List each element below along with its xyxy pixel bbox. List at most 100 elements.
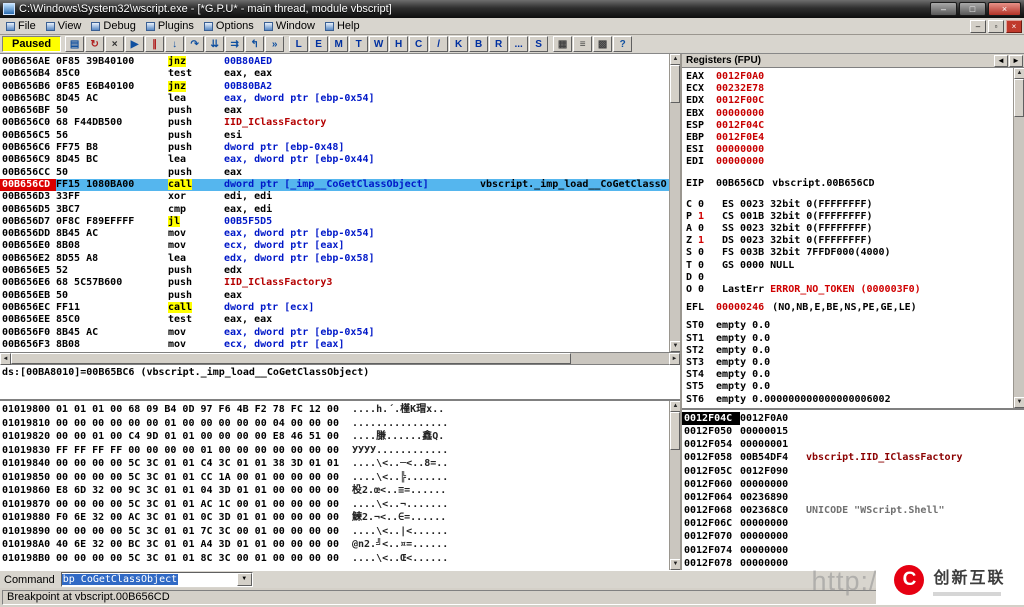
flag-row[interactable]: S0FS 003B 32bit 7FFDF000(4000): [686, 247, 1013, 259]
stack-row[interactable]: 0012F050 00000015: [682, 425, 1024, 438]
disasm-row[interactable]: 00B656B6 0F85 E6B40100 jnz00B80BA2: [0, 81, 669, 93]
menu-item-window[interactable]: Window: [260, 19, 321, 33]
child-minimize-button[interactable]: –: [970, 20, 986, 33]
dump-row[interactable]: 010198A0 40 6E 32 00 BC 3C 01 01 A4 3D 0…: [0, 538, 669, 552]
debug-options-icon[interactable]: ≡: [573, 36, 592, 52]
scrollbar-thumb[interactable]: [670, 65, 680, 103]
animate-over-icon[interactable]: ⇉: [225, 36, 244, 52]
disasm-row[interactable]: 00B656EC FF11 calldword ptr [ecx]: [0, 302, 669, 314]
window-letter-button[interactable]: ...: [509, 36, 528, 52]
register-row[interactable]: EBX00000000: [686, 108, 1013, 120]
disasm-row[interactable]: 00B656C6 FF75 B8 pushdword ptr [ebp-0x48…: [0, 142, 669, 154]
scrollbar-thumb[interactable]: [670, 412, 680, 450]
disasm-row[interactable]: 00B656F3 8B08 movecx, dword ptr [eax]: [0, 339, 669, 351]
disasm-horizontal-scrollbar[interactable]: ◄ ►: [0, 353, 680, 365]
child-close-button[interactable]: ×: [1006, 20, 1022, 33]
disasm-row[interactable]: 00B656BC 8D45 AC leaeax, dword ptr [ebp-…: [0, 93, 669, 105]
scrollbar-thumb[interactable]: [11, 353, 571, 364]
disasm-row[interactable]: 00B656F0 8B45 AC moveax, dword ptr [ebp-…: [0, 327, 669, 339]
help-button-icon[interactable]: ?: [613, 36, 632, 52]
disasm-row[interactable]: 00B656D5 3BC7 cmpeax, edi: [0, 204, 669, 216]
disasm-row[interactable]: 00B656CD FF15 1080BA00 calldword ptr [_i…: [0, 179, 669, 191]
disasm-row[interactable]: 00B656E0 8B08 movecx, dword ptr [eax]: [0, 240, 669, 252]
window-letter-button[interactable]: W: [369, 36, 388, 52]
window-letter-button[interactable]: T: [349, 36, 368, 52]
menu-item-file[interactable]: File: [2, 19, 42, 33]
dump-row[interactable]: 01019800 01 01 01 00 68 09 B4 0D 97 F6 4…: [0, 403, 669, 417]
flag-row[interactable]: C0ES 0023 32bit 0(FFFFFFFF): [686, 199, 1013, 211]
scroll-up-icon[interactable]: ▲: [1014, 68, 1024, 79]
scroll-down-icon[interactable]: ▼: [1014, 397, 1024, 408]
menu-item-view[interactable]: View: [42, 19, 88, 33]
child-restore-button[interactable]: ▫: [988, 20, 1004, 33]
fpu-row[interactable]: ST4empty 0.0: [686, 369, 1013, 381]
disasm-row[interactable]: 00B656BF 50 pusheax: [0, 105, 669, 117]
dump-row[interactable]: 01019820 00 00 01 00 C4 9D 01 01 00 00 0…: [0, 430, 669, 444]
animate-into-icon[interactable]: ⇊: [205, 36, 224, 52]
registers-title-bar[interactable]: Registers (FPU) ◄ ►: [682, 54, 1024, 68]
window-letter-button[interactable]: B: [469, 36, 488, 52]
dump-row[interactable]: 01019880 F0 6E 32 00 AC 3C 01 01 0C 3D 0…: [0, 511, 669, 525]
open-icon[interactable]: ▤: [65, 36, 84, 52]
register-row[interactable]: EBP0012F0E4: [686, 132, 1013, 144]
pause-icon[interactable]: ∥: [145, 36, 164, 52]
window-letter-button[interactable]: M: [329, 36, 348, 52]
restart-icon[interactable]: ↻: [85, 36, 104, 52]
disasm-row[interactable]: 00B656D3 33FF xoredi, edi: [0, 191, 669, 203]
disasm-row[interactable]: 00B656C5 56 pushesi: [0, 130, 669, 142]
register-row[interactable]: ECX00232E78: [686, 83, 1013, 95]
fpu-row[interactable]: ST5empty 0.0: [686, 381, 1013, 393]
stack-row[interactable]: 0012F054 00000001: [682, 438, 1024, 451]
register-row[interactable]: ESI00000000: [686, 144, 1013, 156]
disasm-row[interactable]: 00B656B4 85C0 testeax, eax: [0, 68, 669, 80]
window-letter-button[interactable]: S: [529, 36, 548, 52]
efl-row[interactable]: EFL00000246(NO,NB,E,BE,NS,PE,GE,LE): [686, 302, 1013, 314]
command-dropdown-icon[interactable]: ▼: [237, 573, 252, 586]
menu-item-plugins[interactable]: Plugins: [142, 19, 200, 33]
window-letter-button[interactable]: R: [489, 36, 508, 52]
disasm-row[interactable]: 00B656C9 8D45 BC leaeax, dword ptr [ebp-…: [0, 154, 669, 166]
maximize-button[interactable]: □: [959, 2, 986, 16]
scroll-left-icon[interactable]: ◄: [0, 353, 11, 365]
dump-row[interactable]: 01019810 00 00 00 00 00 00 01 00 00 00 0…: [0, 417, 669, 431]
disasm-vertical-scrollbar[interactable]: ▲ ▼: [669, 54, 680, 352]
register-row[interactable]: ESP0012F04C: [686, 120, 1013, 132]
step-into-icon[interactable]: ↓: [165, 36, 184, 52]
until-return-icon[interactable]: ↰: [245, 36, 264, 52]
eip-row[interactable]: EIP00B656CDvbscript.00B656CD: [686, 178, 1013, 190]
disasm-row[interactable]: 00B656E2 8D55 A8 leaedx, dword ptr [ebp-…: [0, 253, 669, 265]
dump-row[interactable]: 01019840 00 00 00 00 5C 3C 01 01 C4 3C 0…: [0, 457, 669, 471]
disasm-row[interactable]: 00B656AE 0F85 39B40100 jnz00B80AED: [0, 56, 669, 68]
dump-row[interactable]: 01019830 FF FF FF FF 00 00 00 00 01 00 0…: [0, 444, 669, 458]
window-letter-button[interactable]: C: [409, 36, 428, 52]
dump-row[interactable]: 01019850 00 00 00 00 5C 3C 01 01 CC 1A 0…: [0, 471, 669, 485]
register-row[interactable]: EDX0012F00C: [686, 95, 1013, 107]
stack-row[interactable]: 0012F04C 0012F0A0: [682, 412, 1024, 425]
flag-row[interactable]: T0GS 0000 NULL: [686, 260, 1013, 272]
step-over-icon[interactable]: ↷: [185, 36, 204, 52]
fpu-row[interactable]: ST3empty 0.0: [686, 357, 1013, 369]
disasm-row[interactable]: 00B656CC 50 pusheax: [0, 167, 669, 179]
window-letter-button[interactable]: /: [429, 36, 448, 52]
goto-icon[interactable]: »: [265, 36, 284, 52]
flag-row[interactable]: Z1DS 0023 32bit 0(FFFFFFFF): [686, 235, 1013, 247]
stack-row[interactable]: 0012F060 00000000: [682, 478, 1024, 491]
menu-item-debug[interactable]: Debug: [87, 19, 141, 33]
stack-row[interactable]: 0012F06C 00000000: [682, 517, 1024, 530]
disasm-row[interactable]: 00B656E5 52 pushedx: [0, 265, 669, 277]
flag-row[interactable]: A0SS 0023 32bit 0(FFFFFFFF): [686, 223, 1013, 235]
window-letter-button[interactable]: K: [449, 36, 468, 52]
disasm-row[interactable]: 00B656C0 68 F44DB500 pushIID_IClassFacto…: [0, 117, 669, 129]
patches-icon[interactable]: ▦: [553, 36, 572, 52]
window-letter-button[interactable]: H: [389, 36, 408, 52]
run-icon[interactable]: ▶: [125, 36, 144, 52]
register-row[interactable]: EAX0012F0A0: [686, 71, 1013, 83]
stack-row[interactable]: 0012F058 00B54DF4 vbscript.IID_IClassFac…: [682, 451, 1024, 464]
window-letter-button[interactable]: L: [289, 36, 308, 52]
fpu-row[interactable]: ST1empty 0.0: [686, 333, 1013, 345]
window-letter-button[interactable]: E: [309, 36, 328, 52]
close-button[interactable]: ×: [988, 2, 1021, 16]
dump-row[interactable]: 010198B0 00 00 00 00 5C 3C 01 01 8C 3C 0…: [0, 552, 669, 566]
disasm-row[interactable]: 00B656DD 8B45 AC moveax, dword ptr [ebp-…: [0, 228, 669, 240]
minimize-button[interactable]: –: [930, 2, 957, 16]
